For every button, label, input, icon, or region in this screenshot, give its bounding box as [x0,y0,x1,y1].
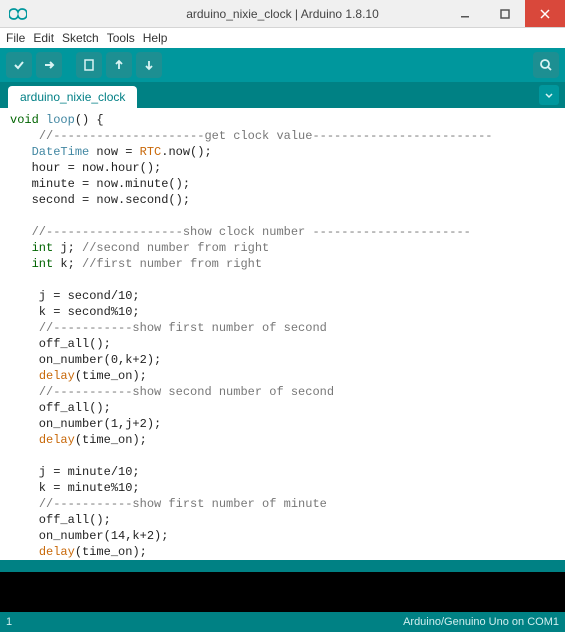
code-line[interactable]: //-------------------show clock number -… [10,224,557,240]
code-line[interactable] [10,208,557,224]
new-button[interactable] [76,52,102,78]
menu-help[interactable]: Help [143,31,168,45]
menu-file[interactable]: File [6,31,25,45]
line-number: 1 [6,616,12,628]
footer-bar: 1 Arduino/Genuino Uno on COM1 [0,612,565,632]
status-bar [0,560,565,572]
code-line[interactable]: //-----------show first number of minute [10,496,557,512]
save-button[interactable] [136,52,162,78]
code-line[interactable]: int k; //first number from right [10,256,557,272]
code-line[interactable]: void loop() { [10,112,557,128]
code-line[interactable]: on_number(1,j+2); [10,416,557,432]
maximize-button[interactable] [485,0,525,27]
code-line[interactable]: off_all(); [10,400,557,416]
code-line[interactable]: delay(time_on); [10,432,557,448]
verify-button[interactable] [6,52,32,78]
code-line[interactable] [10,448,557,464]
sketch-tab[interactable]: arduino_nixie_clock [8,86,137,108]
console-output[interactable] [0,572,565,612]
close-button[interactable] [525,0,565,27]
menu-edit[interactable]: Edit [33,31,54,45]
code-line[interactable]: second = now.second(); [10,192,557,208]
code-line[interactable]: //-----------show second number of secon… [10,384,557,400]
tab-menu-button[interactable] [539,85,559,105]
code-line[interactable]: j = minute/10; [10,464,557,480]
menu-sketch[interactable]: Sketch [62,31,99,45]
app-logo-icon [6,2,30,26]
code-line[interactable]: DateTime now = RTC.now(); [10,144,557,160]
open-button[interactable] [106,52,132,78]
board-port-info: Arduino/Genuino Uno on COM1 [403,616,559,628]
serial-monitor-button[interactable] [533,52,559,78]
title-bar: arduino_nixie_clock | Arduino 1.8.10 [0,0,565,28]
tab-bar: arduino_nixie_clock [0,82,565,108]
code-line[interactable]: on_number(14,k+2); [10,528,557,544]
code-line[interactable]: minute = now.minute(); [10,176,557,192]
minimize-button[interactable] [445,0,485,27]
code-line[interactable]: k = second%10; [10,304,557,320]
code-line[interactable]: //---------------------get clock value--… [10,128,557,144]
code-line[interactable]: int j; //second number from right [10,240,557,256]
code-line[interactable]: j = second/10; [10,288,557,304]
toolbar [0,48,565,82]
code-line[interactable]: on_number(0,k+2); [10,352,557,368]
code-line[interactable]: //-----------show first number of second [10,320,557,336]
menu-bar: File Edit Sketch Tools Help [0,28,565,48]
code-line[interactable]: off_all(); [10,336,557,352]
code-editor[interactable]: void loop() { //---------------------get… [0,108,565,560]
code-line[interactable]: off_all(); [10,512,557,528]
upload-button[interactable] [36,52,62,78]
menu-tools[interactable]: Tools [107,31,135,45]
code-line[interactable]: k = minute%10; [10,480,557,496]
code-line[interactable]: delay(time_on); [10,544,557,560]
code-line[interactable]: delay(time_on); [10,368,557,384]
code-line[interactable]: hour = now.hour(); [10,160,557,176]
code-line[interactable] [10,272,557,288]
